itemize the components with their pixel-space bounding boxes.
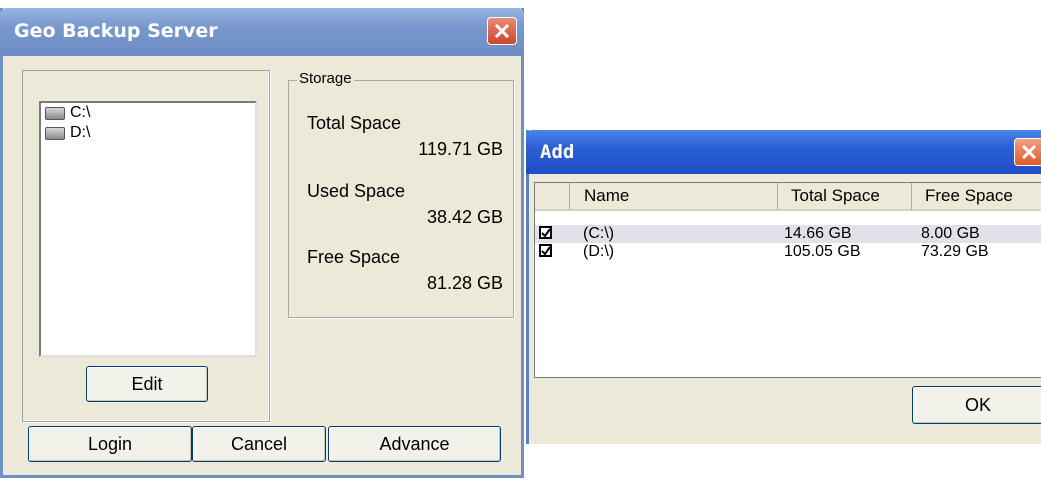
drive-icon [45,106,65,120]
column-header-free-space[interactable]: Free Space [912,183,1041,211]
listview-header: Name Total Space Free Space [535,183,1041,213]
drive-item-c[interactable]: C:\ [45,103,90,123]
row-name: (C:\) [583,225,615,242]
column-header-check[interactable] [535,183,570,211]
close-icon [494,23,510,39]
add-titlebar[interactable]: Add [526,130,1041,174]
total-space-value: 119.71 GB [418,139,503,159]
close-icon [1021,144,1037,160]
free-space-value: 81.28 GB [426,273,503,293]
add-close-button[interactable] [1014,138,1041,166]
row-name: (D:\) [583,243,615,260]
drive-label: C:\ [70,104,91,121]
geo-backup-server-window: Geo Backup Server C:\ D:\ Edit Storage T… [0,8,524,478]
add-window: Add Name Total Space Free Space (C:\) 14… [526,130,1041,444]
row-free-space: 8.00 GB [921,225,980,242]
drive-panel: C:\ D:\ Edit [22,70,270,422]
edit-button[interactable]: Edit [86,366,208,402]
checkmark-icon [541,246,551,256]
geo-window-title: Geo Backup Server [14,20,218,42]
ok-button[interactable]: OK [912,386,1041,424]
table-row[interactable]: (D:\) 105.05 GB 73.29 GB [535,243,1041,261]
free-space-label: Free Space [307,247,401,267]
drive-label: D:\ [70,124,91,141]
row-total-space: 105.05 GB [784,243,861,260]
used-space-label: Used Space [307,181,406,201]
checkmark-icon [541,228,551,238]
storage-legend: Storage [297,70,354,87]
table-row[interactable]: (C:\) 14.66 GB 8.00 GB [535,225,1041,243]
row-total-space: 14.66 GB [784,225,852,242]
column-header-name[interactable]: Name [570,183,778,211]
login-button[interactable]: Login [28,426,192,462]
drive-list[interactable]: C:\ D:\ [39,101,257,357]
advance-button[interactable]: Advance [328,426,501,462]
column-header-total-space[interactable]: Total Space [778,183,912,211]
row-free-space: 73.29 GB [921,243,989,260]
row-checkbox[interactable] [539,244,552,257]
row-checkbox[interactable] [539,226,552,239]
drive-icon [45,126,65,140]
drives-listview[interactable]: Name Total Space Free Space (C:\) 14.66 … [534,182,1041,378]
geo-close-button[interactable] [487,17,517,45]
cancel-button[interactable]: Cancel [192,426,326,462]
drive-item-d[interactable]: D:\ [45,123,90,143]
used-space-value: 38.42 GB [426,207,503,227]
geo-titlebar[interactable]: Geo Backup Server [0,8,524,56]
storage-group: Storage Total Space 119.71 GB Used Space… [288,70,514,318]
total-space-label: Total Space [307,113,402,133]
add-window-title: Add [540,141,575,163]
